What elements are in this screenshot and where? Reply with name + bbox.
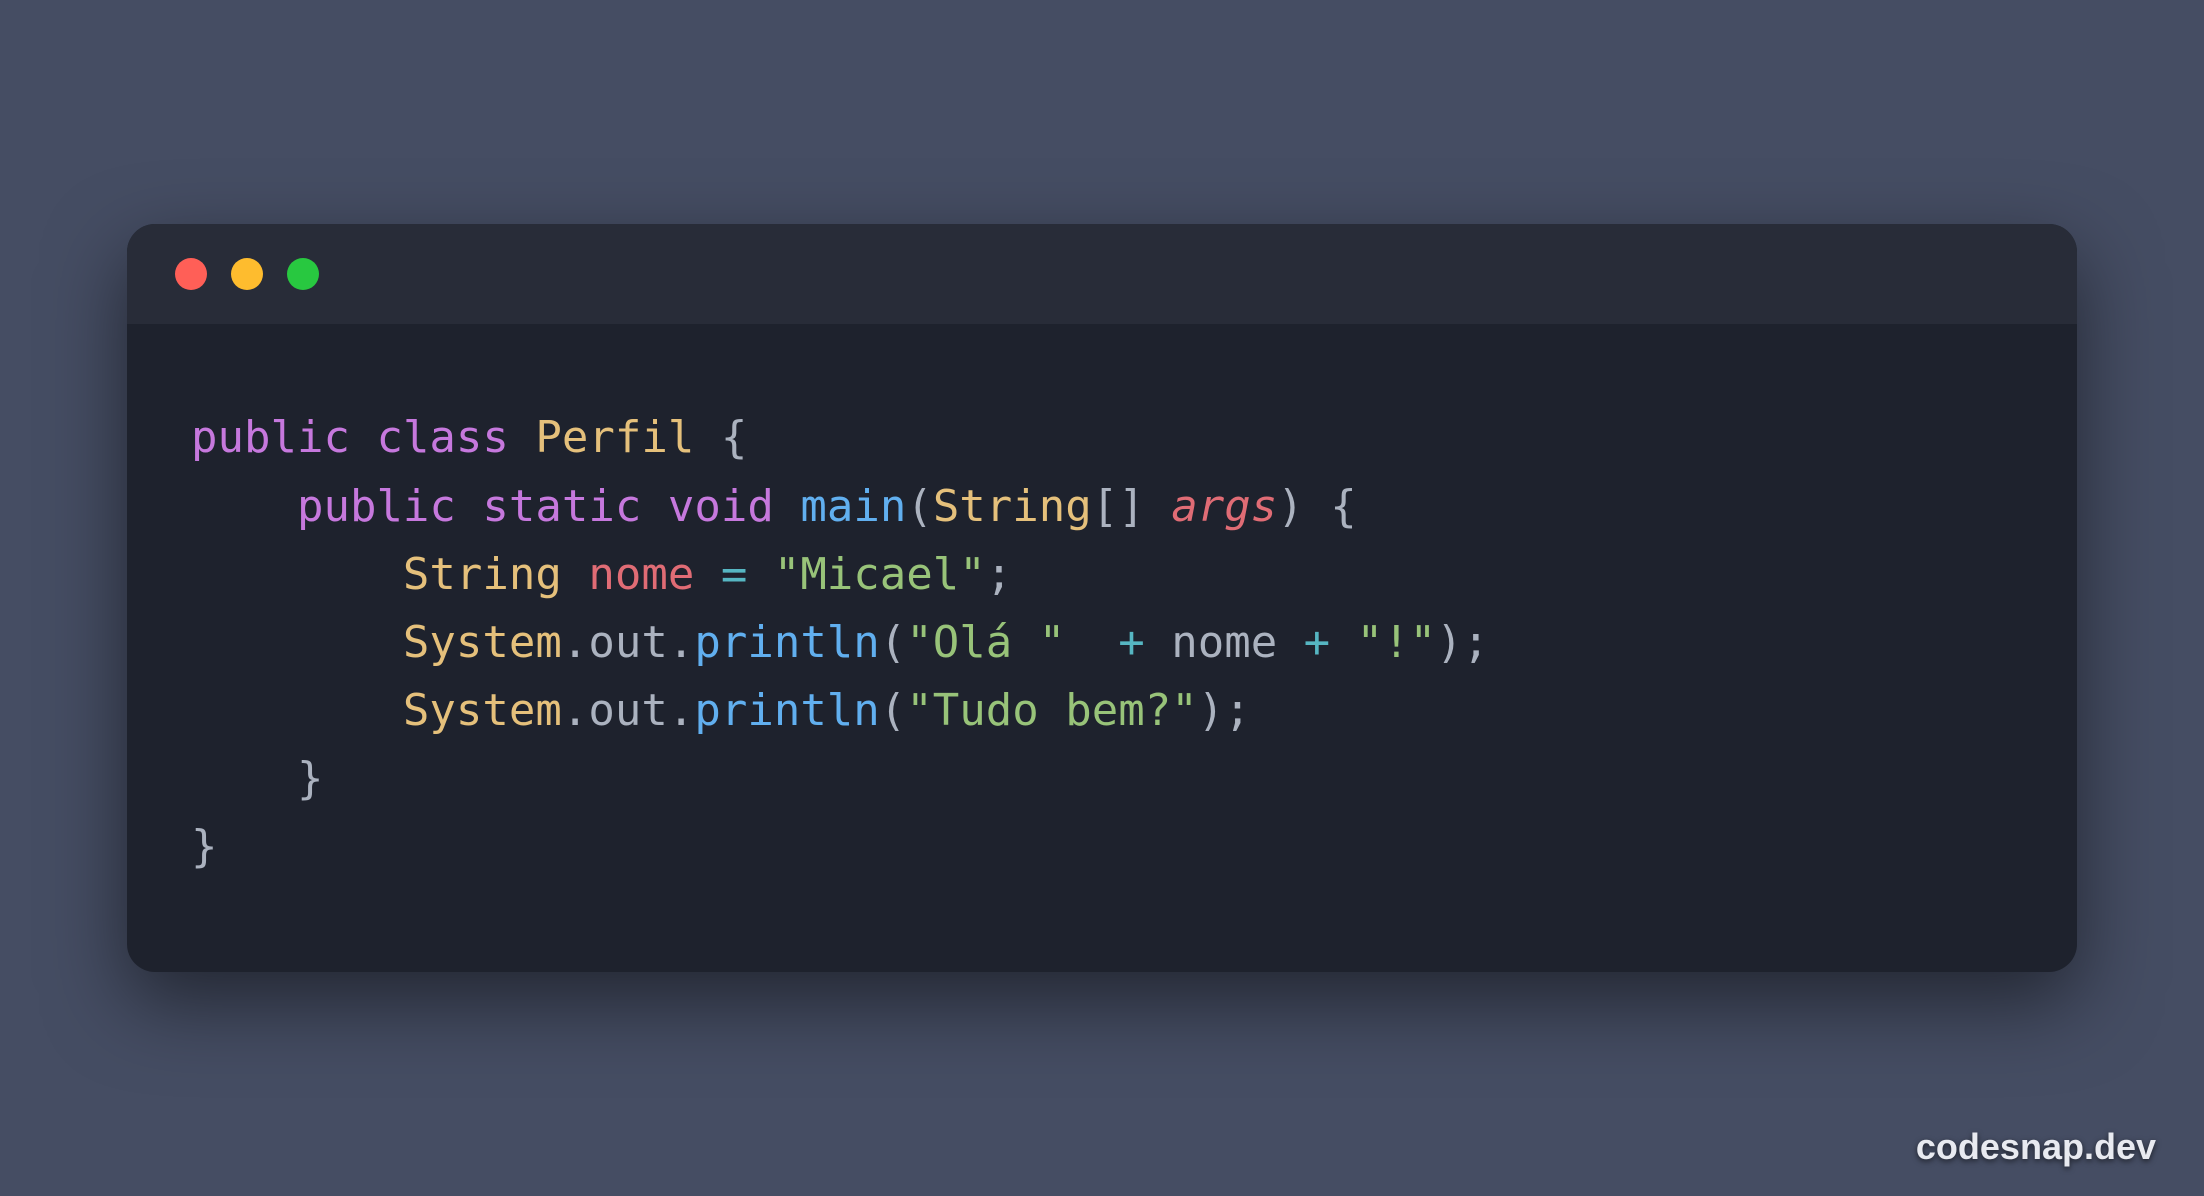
dot: . [562, 617, 589, 668]
code-block: public class Perfil { public static void… [191, 404, 2013, 881]
brace: } [191, 821, 218, 872]
string-literal: "Olá " [906, 617, 1065, 668]
operator: + [1277, 617, 1356, 668]
operator: + [1065, 617, 1171, 668]
indent [191, 549, 403, 600]
paren: ) [1436, 617, 1463, 668]
object-name: out [588, 617, 667, 668]
keyword-public: public [297, 481, 456, 532]
paren: ( [906, 481, 933, 532]
operator: = [694, 549, 773, 600]
keyword-void: void [668, 481, 774, 532]
object-name: System [403, 685, 562, 736]
method-name: println [694, 617, 879, 668]
indent [191, 685, 403, 736]
dot: . [668, 685, 695, 736]
indent [191, 481, 297, 532]
object-name: System [403, 617, 562, 668]
string-literal: "Tudo bem?" [906, 685, 1197, 736]
brackets: [] [1092, 481, 1171, 532]
paren: ( [880, 685, 907, 736]
zoom-icon[interactable] [287, 258, 319, 290]
dot: . [668, 617, 695, 668]
close-icon[interactable] [175, 258, 207, 290]
param-name: args [1171, 481, 1277, 532]
object-name: out [588, 685, 667, 736]
string-literal: "Micael" [774, 549, 986, 600]
semicolon: ; [1224, 685, 1251, 736]
brace: { [1304, 481, 1357, 532]
type-name: String [403, 549, 562, 600]
keyword-public: public [191, 412, 350, 463]
code-editor: public class Perfil { public static void… [127, 324, 2077, 971]
dot: . [562, 685, 589, 736]
watermark-label: codesnap.dev [1916, 1126, 2156, 1168]
keyword-class: class [376, 412, 508, 463]
paren: ) [1277, 481, 1304, 532]
paren: ( [880, 617, 907, 668]
string-literal: "!" [1357, 617, 1436, 668]
type-name: String [933, 481, 1092, 532]
paren: ) [1198, 685, 1225, 736]
indent [191, 753, 297, 804]
minimize-icon[interactable] [231, 258, 263, 290]
var-ref: nome [1171, 617, 1277, 668]
indent [191, 617, 403, 668]
semicolon: ; [1463, 617, 1490, 668]
method-name: println [694, 685, 879, 736]
brace: { [694, 412, 747, 463]
method-name: main [800, 481, 906, 532]
keyword-static: static [482, 481, 641, 532]
brace: } [297, 753, 324, 804]
semicolon: ; [986, 549, 1013, 600]
window-titlebar [127, 224, 2077, 324]
var-name: nome [588, 549, 694, 600]
code-window: public class Perfil { public static void… [127, 224, 2077, 971]
class-name: Perfil [535, 412, 694, 463]
